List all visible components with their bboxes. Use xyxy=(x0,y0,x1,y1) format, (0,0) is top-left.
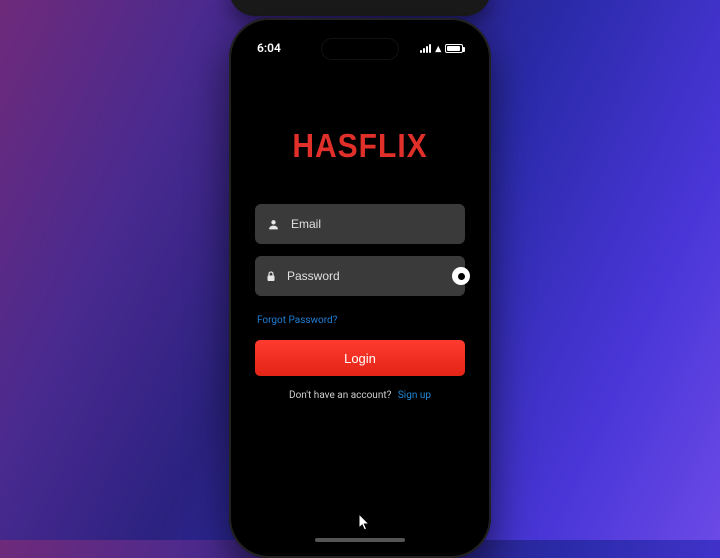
dynamic-island xyxy=(321,38,399,60)
password-field-container[interactable] xyxy=(255,256,465,296)
person-icon xyxy=(265,218,281,231)
app-logo-text: HASFLIX xyxy=(255,128,465,165)
signup-row: Don't have an account? Sign up xyxy=(255,390,465,401)
forgot-password-link[interactable]: Forgot Password? xyxy=(257,315,337,326)
phone-screen: 6:04 ▴ HASFLIX xyxy=(239,28,481,548)
background-device-shadow xyxy=(229,0,491,16)
wifi-icon: ▴ xyxy=(435,43,441,54)
signup-prompt-text: Don't have an account? xyxy=(289,390,391,401)
toggle-password-visibility-button[interactable] xyxy=(452,264,470,288)
eye-icon xyxy=(452,267,470,285)
battery-icon xyxy=(445,44,463,53)
login-view: HASFLIX Forgot Password? Login Don' xyxy=(239,28,481,548)
email-input[interactable] xyxy=(291,217,455,231)
login-button[interactable]: Login xyxy=(255,340,465,376)
signup-link[interactable]: Sign up xyxy=(398,390,431,401)
home-indicator[interactable] xyxy=(315,538,405,542)
cellular-icon xyxy=(420,44,431,53)
status-time: 6:04 xyxy=(257,41,281,55)
status-icons: ▴ xyxy=(420,43,463,54)
lock-icon xyxy=(265,270,277,283)
password-input[interactable] xyxy=(287,269,442,283)
iphone-frame: 6:04 ▴ HASFLIX xyxy=(229,18,491,558)
email-field-container[interactable] xyxy=(255,204,465,244)
